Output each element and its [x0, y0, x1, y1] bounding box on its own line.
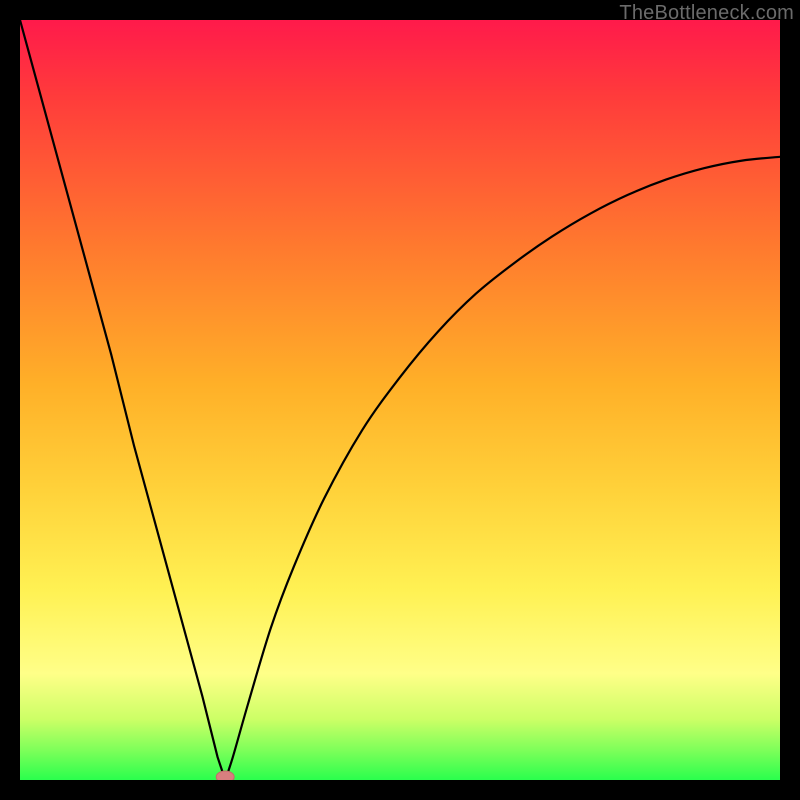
bottleneck-chart: [20, 20, 780, 780]
optimal-point-marker: [216, 771, 234, 780]
chart-frame: [20, 20, 780, 780]
gradient-background: [20, 20, 780, 780]
